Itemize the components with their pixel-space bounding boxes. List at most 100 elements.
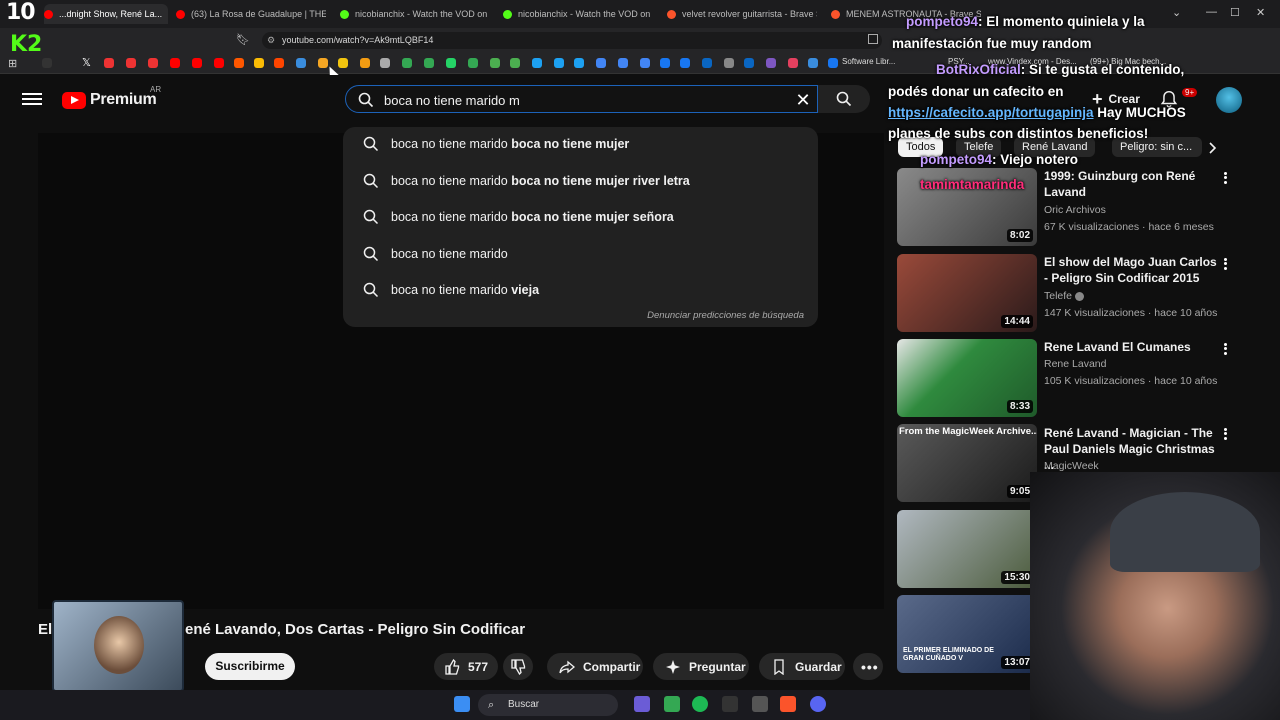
suggestion-item[interactable]: boca no tiene marido boca no tiene mujer (343, 129, 818, 159)
recommendation-title[interactable]: 1999: Guinzburg con René Lavand (1044, 168, 1219, 200)
bookmark-icon[interactable] (104, 58, 114, 68)
bookmark-icon[interactable] (380, 58, 390, 68)
bookmark-icon[interactable] (126, 58, 136, 68)
like-button[interactable]: 577 (434, 653, 498, 680)
bookmark-icon[interactable] (596, 58, 606, 68)
taskbar-search[interactable]: ⌕ Buscar (478, 694, 618, 716)
brave-icon[interactable] (780, 696, 796, 712)
video-thumbnail[interactable]: 15:30 (897, 510, 1037, 588)
video-thumbnail[interactable]: 14:44 (897, 254, 1037, 332)
video-thumbnail[interactable]: 8:33 (897, 339, 1037, 417)
bookmark-icon[interactable] (828, 58, 838, 68)
browser-tab[interactable]: ...dnight Show, René La... ✕ (44, 4, 168, 24)
bookmark-icon[interactable] (574, 58, 584, 68)
bookmark-icon[interactable] (446, 58, 456, 68)
taskbar-app-icon[interactable] (752, 696, 768, 712)
bookmark-icon[interactable] (192, 58, 202, 68)
youtube-logo[interactable]: Premium AR (62, 85, 161, 110)
bookmark-icon[interactable] (148, 58, 158, 68)
site-info-icon[interactable]: ⚙ (267, 32, 275, 49)
browser-tab[interactable]: velvet revolver guitarrista - Brave Se..… (667, 4, 817, 24)
dislike-button[interactable] (503, 653, 533, 680)
recommendation-item[interactable]: 15:30 (897, 510, 1037, 590)
subscribe-button[interactable]: Suscribirme (205, 653, 295, 680)
hamburger-menu-icon[interactable] (22, 90, 42, 108)
bookmark-icon[interactable] (468, 58, 478, 68)
clear-search-icon[interactable]: ✕ (794, 91, 812, 109)
windows-start-icon[interactable] (454, 696, 470, 712)
search-button[interactable] (818, 85, 870, 113)
search-input[interactable] (384, 91, 784, 109)
suggestion-item[interactable]: boca no tiene marido boca no tiene mujer… (343, 166, 818, 196)
more-vertical-icon[interactable] (1222, 341, 1228, 357)
suggestion-item[interactable]: boca no tiene marido boca no tiene mujer… (343, 202, 818, 232)
bookmark-icon[interactable] (274, 58, 284, 68)
spotify-icon[interactable] (692, 696, 708, 712)
bookmark-icon[interactable] (42, 58, 52, 68)
bookmark-icon[interactable] (702, 58, 712, 68)
bookmark-icon[interactable] (788, 58, 798, 68)
bookmark-icon[interactable] (808, 58, 818, 68)
bookmark-icon[interactable] (402, 58, 412, 68)
ask-button[interactable]: Preguntar (653, 653, 749, 680)
chat-link[interactable]: https://cafecito.app/tortugapinja (888, 105, 1094, 120)
save-button[interactable]: Guardar (759, 653, 845, 680)
video-thumbnail[interactable]: EL PRIMER ELIMINADO DE GRAN CUÑADO V 13:… (897, 595, 1037, 673)
bookmark-icon[interactable] (234, 58, 244, 68)
bookmark-icon[interactable] (424, 58, 434, 68)
recommendation-title[interactable]: Rene Lavand El Cumanes (1044, 339, 1219, 355)
bookmark-icon[interactable] (618, 58, 628, 68)
duration-badge: 8:33 (1006, 400, 1033, 413)
bookmark-icon[interactable] (338, 58, 348, 68)
recommendation-title[interactable]: El show del Mago Juan Carlos - Peligro S… (1044, 254, 1219, 286)
bookmark-icon[interactable] (532, 58, 542, 68)
chat-message: BotRixOficial: Si te gusta el contenido, (936, 62, 1184, 77)
taskbar-app-icon[interactable] (634, 696, 650, 712)
bookmark-icon[interactable] (296, 58, 306, 68)
bookmark-icon[interactable] (490, 58, 500, 68)
bookmark-icon[interactable] (660, 58, 670, 68)
share-button[interactable]: Compartir (547, 653, 643, 680)
browser-tab[interactable]: nicobianchix - Watch the VOD on Ki... (503, 4, 653, 24)
channel-name[interactable]: Telefe (1044, 290, 1084, 302)
discord-icon[interactable] (810, 696, 826, 712)
screen-cast-icon[interactable] (868, 34, 878, 44)
taskbar-app-icon[interactable] (722, 696, 738, 712)
channel-name[interactable]: MagicWeek (1044, 460, 1099, 472)
recommendation-item[interactable]: 14:44 El show del Mago Juan Carlos - Pel… (897, 254, 1237, 334)
chat-text: planes de subs con distintos beneficios! (888, 126, 1149, 141)
bookmark-icon[interactable] (744, 58, 754, 68)
bookmark-icon[interactable] (724, 58, 734, 68)
channel-name[interactable]: Oric Archivos (1044, 204, 1106, 216)
more-vertical-icon[interactable] (1222, 426, 1228, 442)
suggestion-item[interactable]: boca no tiene marido (343, 239, 818, 269)
channel-name[interactable]: Rene Lavand (1044, 358, 1106, 370)
bookmark-icon[interactable] (510, 58, 520, 68)
recommendation-item[interactable]: EL PRIMER ELIMINADO DE GRAN CUÑADO V 13:… (897, 595, 1037, 675)
recommendation-item[interactable]: 8:33 Rene Lavand El Cumanes Rene Lavand … (897, 339, 1237, 419)
video-thumbnail[interactable]: From the MagicWeek Archive... 9:05 (897, 424, 1037, 502)
bookmark-icon[interactable] (360, 58, 370, 68)
bookmark-icon[interactable] (554, 58, 564, 68)
suggestion-item[interactable]: boca no tiene marido vieja (343, 275, 818, 305)
url-field[interactable]: ⚙ youtube.com/watch?v=Ak9mtLQBF14 (262, 32, 882, 49)
bookmark-icon[interactable] (170, 58, 180, 68)
bookmark-icon[interactable] (680, 58, 690, 68)
more-actions-button[interactable]: ••• (853, 653, 883, 680)
x-bookmark-icon[interactable]: 𝕏 (82, 56, 91, 69)
bookmark-page-icon[interactable]: 🔖︎ (236, 33, 250, 46)
chrome-icon[interactable] (664, 696, 680, 712)
more-vertical-icon[interactable] (1222, 256, 1228, 272)
suggestion-completion: boca no tiene mujer river letra (511, 174, 690, 188)
browser-tab[interactable]: (63) La Rosa de Guadalupe | THERIAN (176, 4, 326, 24)
bookmark-icon[interactable] (766, 58, 776, 68)
browser-tab[interactable]: nicobianchix - Watch the VOD on Ki... (340, 4, 490, 24)
chat-message: planes de subs con distintos beneficios! (888, 126, 1148, 141)
report-predictions-link[interactable]: Denunciar predicciones de búsqueda (647, 310, 804, 321)
search-icon (363, 136, 379, 152)
apps-grid-icon[interactable]: ⊞ (8, 57, 17, 70)
bookmark-icon[interactable] (640, 58, 650, 68)
bookmark-icon[interactable] (254, 58, 264, 68)
bookmark-icon[interactable] (214, 58, 224, 68)
more-vertical-icon[interactable] (1222, 170, 1228, 186)
